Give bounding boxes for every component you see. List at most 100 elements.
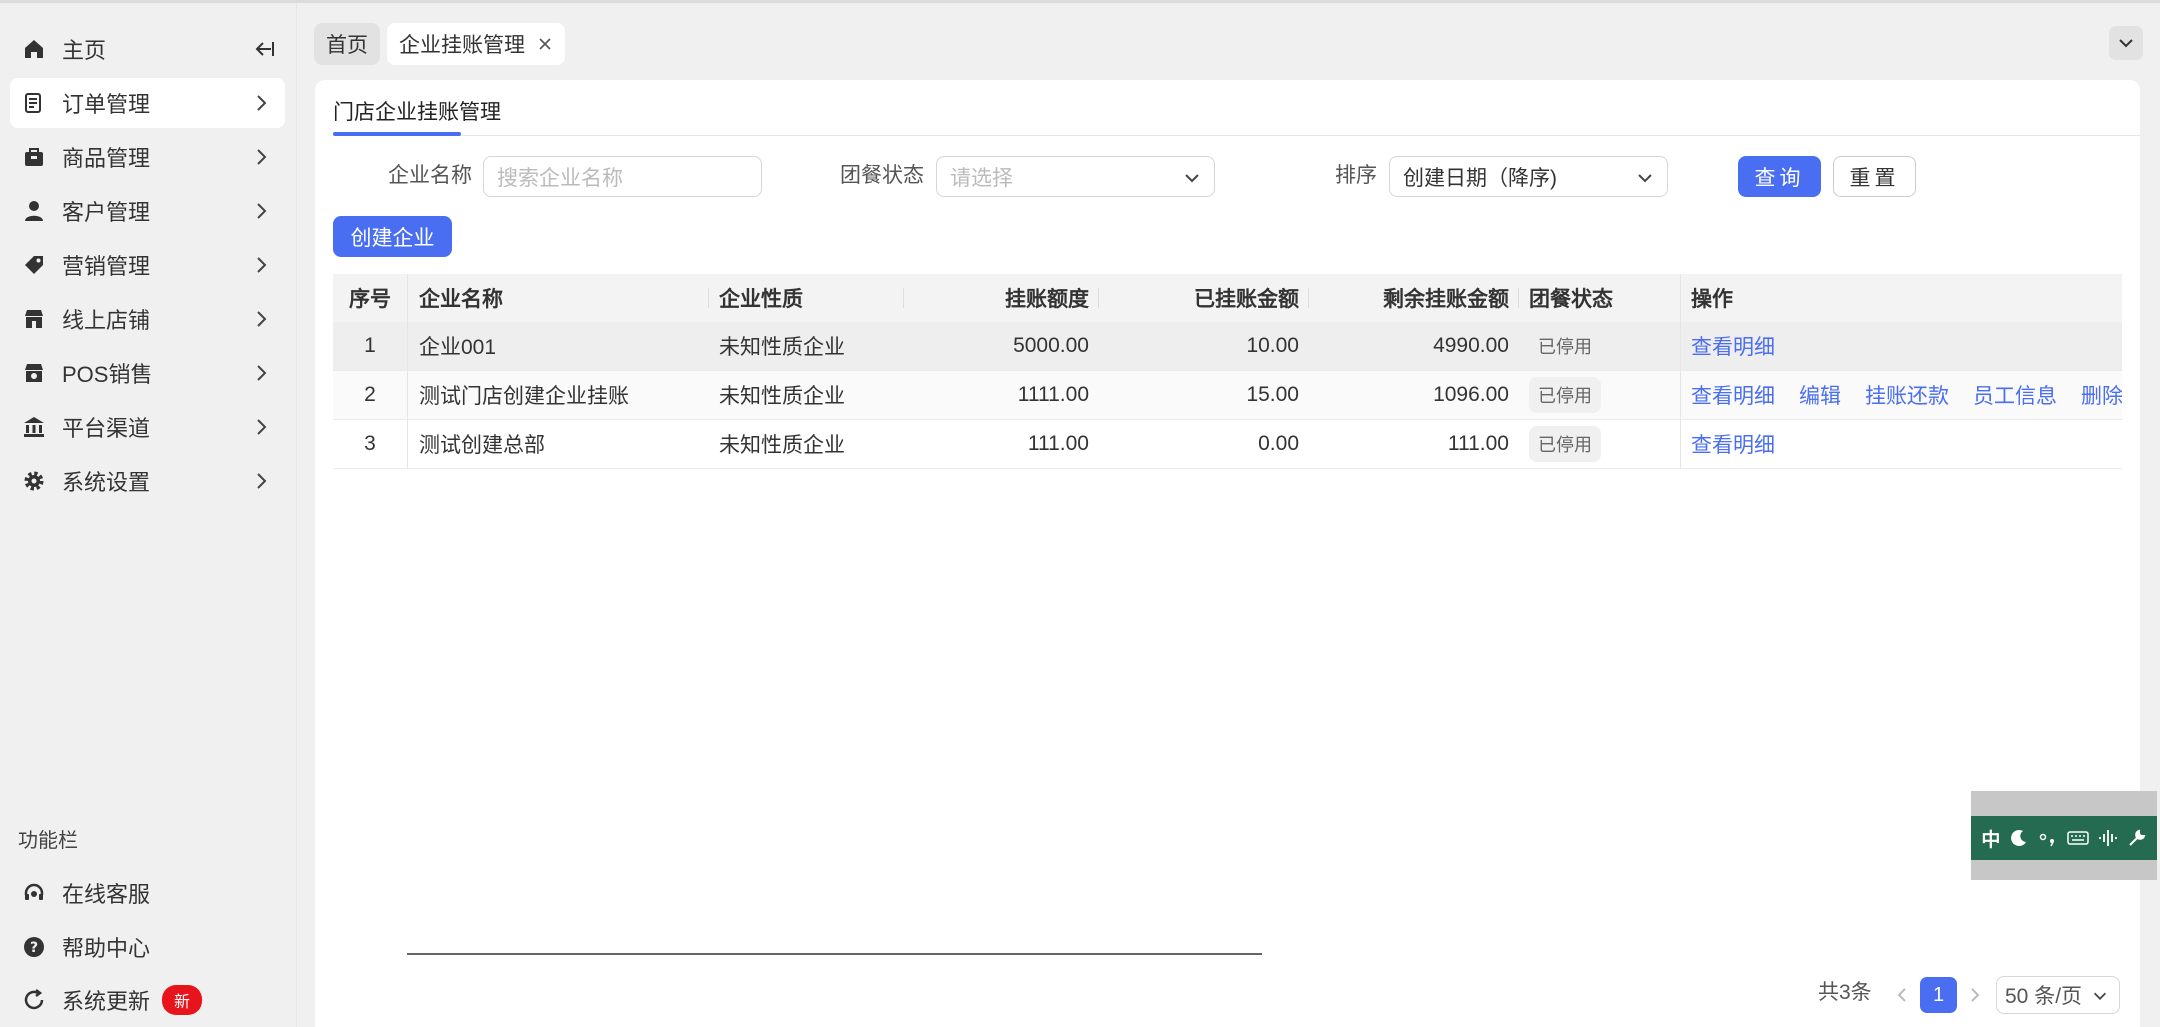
tabs-menu-button[interactable] (2109, 26, 2143, 60)
cell-used: 15.00 (1246, 383, 1299, 406)
sidebar-item-customers[interactable]: 客户管理 (10, 186, 285, 236)
sidebar-item-pos[interactable]: POS销售 (10, 348, 285, 398)
select-placeholder: 请选择 (950, 166, 1013, 190)
collapse-sidebar-icon[interactable] (249, 36, 275, 62)
cell-index: 1 (364, 334, 376, 357)
sidebar-item-label: 系统更新 (62, 989, 151, 1014)
chevron-right-icon (257, 203, 267, 219)
sidebar: 主页 订单管理 商品管理 客户管理 营销管理 线上店铺 POS销售 平台渠道 系 (0, 0, 297, 1027)
prev-page-icon[interactable] (1893, 985, 1911, 1005)
column-separator (1098, 288, 1099, 308)
panel-tab-title[interactable]: 门店企业挂账管理 (333, 96, 501, 126)
col-header-index: 序号 (349, 288, 391, 311)
col-header-type: 企业性质 (719, 288, 803, 311)
column-divider (1680, 274, 1681, 322)
chevron-down-icon (2119, 39, 2133, 48)
input-placeholder: 搜索企业名称 (497, 166, 623, 190)
sidebar-item-settings[interactable]: 系统设置 (10, 456, 285, 506)
ime-toolbar[interactable]: 中 (1971, 791, 2157, 880)
select-value: 创建日期（降序) (1403, 166, 1557, 190)
sidebar-item-home[interactable]: 主页 (10, 24, 285, 74)
chevron-right-icon (257, 149, 267, 165)
col-header-name: 企业名称 (419, 288, 503, 311)
table-row: 3 测试创建总部 未知性质企业 111.00 0.00 111.00 已停用 查… (333, 420, 2122, 469)
moon-icon[interactable] (2009, 828, 2029, 848)
name-filter-label: 企业名称 (388, 164, 472, 187)
page-size-value: 50 条/页 (2005, 985, 2083, 1008)
svg-text:?: ? (30, 940, 38, 956)
cell-name: 测试门店创建企业挂账 (419, 385, 629, 408)
chevron-right-icon (257, 257, 267, 273)
home-icon (22, 37, 46, 61)
table-row: 1 企业001 未知性质企业 5000.00 10.00 4990.00 已停用… (333, 322, 2122, 371)
status-select[interactable]: 请选择 (936, 156, 1215, 197)
view-detail-link[interactable]: 查看明细 (1691, 331, 1775, 361)
main-panel: 门店企业挂账管理 企业名称 搜索企业名称 团餐状态 请选择 排序 创建日期（降序… (315, 80, 2140, 1027)
help-icon: ? (22, 935, 46, 959)
box-icon (22, 145, 46, 169)
query-button[interactable]: 查询 (1738, 156, 1821, 197)
tab-label: 首页 (326, 34, 368, 57)
close-icon[interactable] (537, 36, 553, 52)
view-detail-link[interactable]: 查看明细 (1691, 429, 1775, 459)
sidebar-item-label: 主页 (62, 38, 107, 63)
column-separator (1308, 288, 1309, 308)
delete-link[interactable]: 删除 (2081, 380, 2122, 410)
reset-button[interactable]: 重置 (1833, 156, 1916, 197)
function-bar-title: 功能栏 (18, 830, 78, 852)
cell-ops: 查看明细 (1691, 420, 1799, 468)
sort-label: 排序 (1335, 164, 1377, 187)
page-size-select[interactable]: 50 条/页 (1996, 976, 2120, 1014)
tab-home[interactable]: 首页 (314, 23, 380, 65)
col-header-remaining: 剩余挂账金额 (1383, 288, 1509, 311)
next-page-icon[interactable] (1966, 985, 1984, 1005)
sort-select[interactable]: 创建日期（降序) (1389, 156, 1668, 197)
column-divider (407, 322, 408, 370)
column-divider (407, 274, 408, 322)
sidebar-item-online-store[interactable]: 线上店铺 (10, 294, 285, 344)
cell-quota: 1111.00 (1017, 383, 1089, 406)
sidebar-item-online-service[interactable]: 在线客服 (10, 868, 285, 918)
cell-used: 0.00 (1258, 432, 1299, 455)
col-header-quota: 挂账额度 (1005, 288, 1089, 311)
sidebar-item-orders[interactable]: 订单管理 (10, 78, 285, 128)
create-enterprise-button[interactable]: 创建企业 (333, 216, 452, 257)
sidebar-item-label: 在线客服 (62, 882, 151, 907)
sidebar-item-help[interactable]: ? 帮助中心 (10, 922, 285, 972)
keyboard-icon[interactable] (2067, 828, 2089, 848)
chevron-down-icon (1638, 174, 1652, 183)
cell-quota: 5000.00 (1013, 334, 1089, 357)
cell-quota: 111.00 (1027, 432, 1089, 455)
tab-enterprise-credit[interactable]: 企业挂账管理 (387, 23, 565, 65)
page-1-button[interactable]: 1 (1920, 977, 1957, 1013)
cell-type: 未知性质企业 (719, 385, 845, 408)
store-icon (22, 307, 46, 331)
ime-bar: 中 (1971, 816, 2157, 860)
wrench-icon[interactable] (2127, 828, 2147, 848)
col-header-used: 已挂账金额 (1194, 288, 1299, 311)
chevron-right-icon (257, 473, 267, 489)
sidebar-item-label: POS销售 (62, 362, 153, 387)
column-separator (1518, 288, 1519, 308)
sidebar-item-label: 客户管理 (62, 200, 151, 225)
punctuation-icon[interactable] (2038, 828, 2058, 848)
sidebar-item-channels[interactable]: 平台渠道 (10, 402, 285, 452)
horizontal-scrollbar[interactable] (407, 953, 1262, 955)
enterprise-name-input[interactable]: 搜索企业名称 (483, 156, 762, 197)
sidebar-item-update[interactable]: 系统更新 新 (10, 975, 285, 1025)
sidebar-item-marketing[interactable]: 营销管理 (10, 240, 285, 290)
chevron-down-icon (2093, 992, 2107, 1000)
voice-icon[interactable] (2098, 828, 2118, 848)
column-divider (1680, 322, 1681, 370)
edit-link[interactable]: 编辑 (1799, 380, 1841, 410)
cell-remaining: 111.00 (1447, 432, 1509, 455)
employee-info-link[interactable]: 员工信息 (1973, 380, 2057, 410)
status-filter-label: 团餐状态 (840, 164, 924, 187)
view-detail-link[interactable]: 查看明细 (1691, 380, 1775, 410)
user-icon (22, 199, 46, 223)
cell-remaining: 1096.00 (1433, 383, 1509, 406)
chevron-right-icon (257, 365, 267, 381)
sidebar-item-products[interactable]: 商品管理 (10, 132, 285, 182)
ime-lang-toggle[interactable]: 中 (1981, 825, 2000, 852)
repay-link[interactable]: 挂账还款 (1865, 380, 1949, 410)
